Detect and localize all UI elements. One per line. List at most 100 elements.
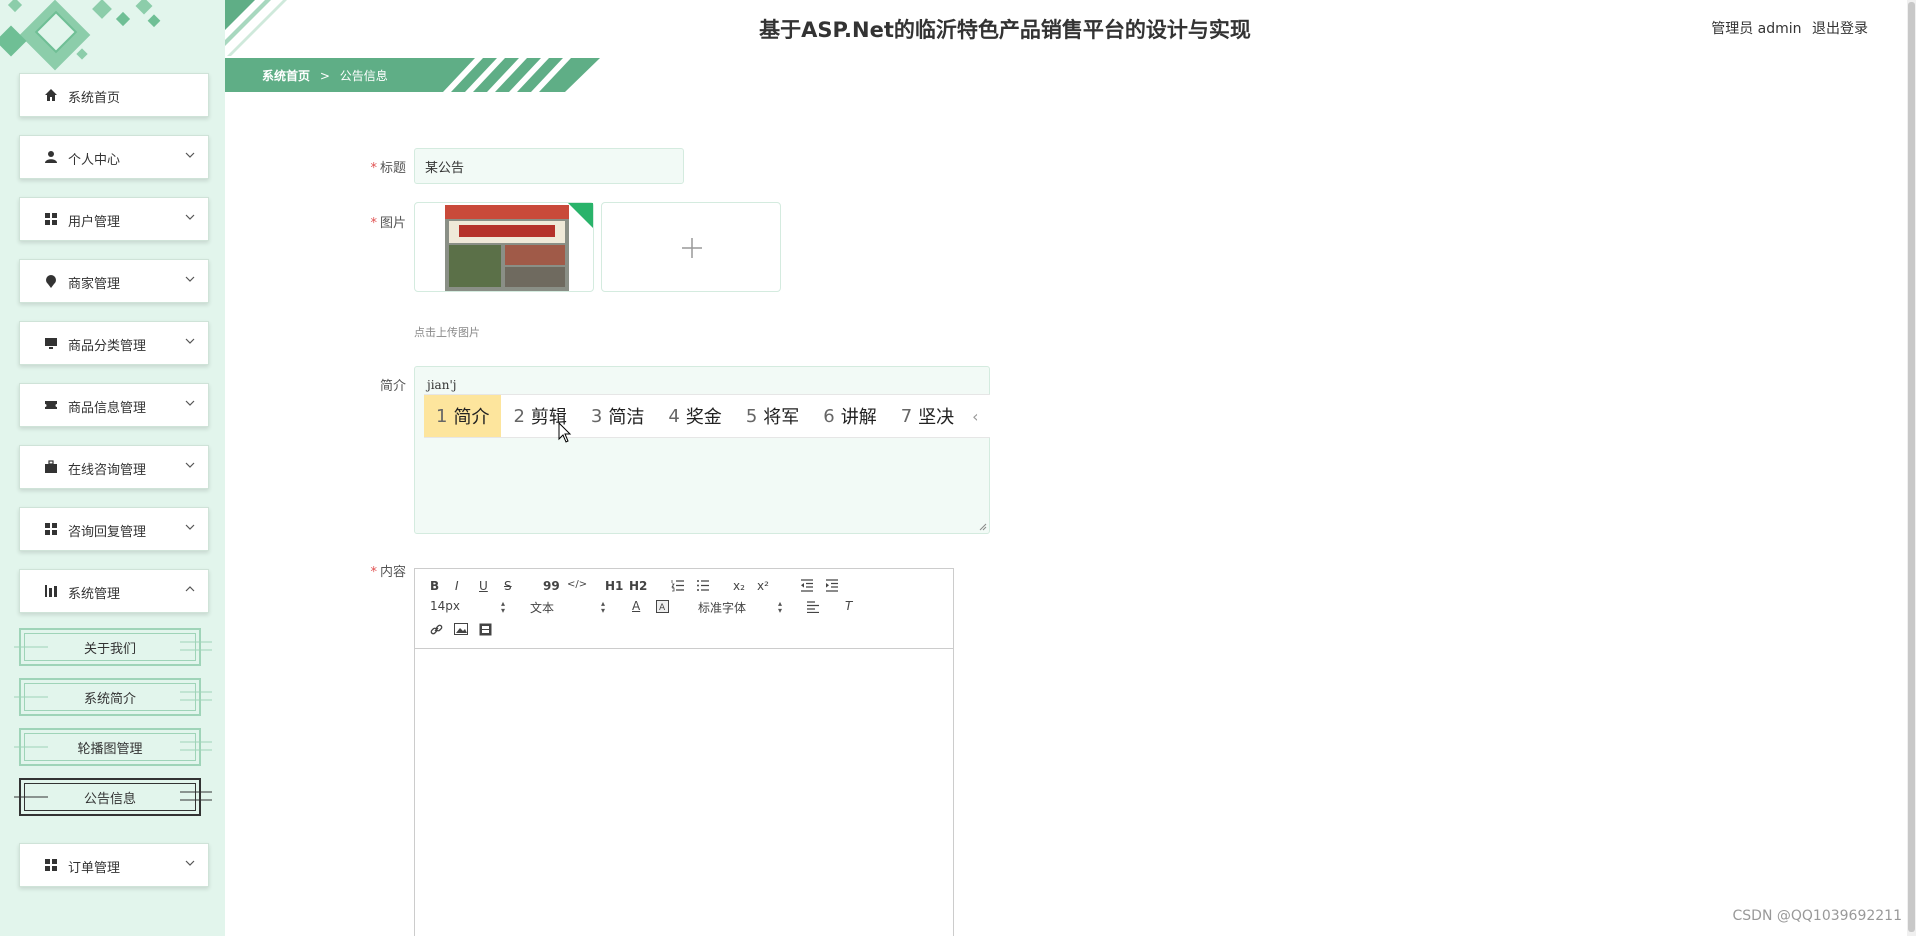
font-family-value: 标准字体 bbox=[698, 601, 747, 615]
sidebar-item-product-management[interactable]: 商品信息管理 bbox=[19, 383, 209, 427]
subscript-button[interactable]: x₂ bbox=[733, 579, 745, 593]
ime-prev-page-arrow[interactable]: ‹ bbox=[966, 407, 978, 426]
ime-candidate[interactable]: 7 坚决 bbox=[889, 395, 966, 437]
chevron-down-icon bbox=[185, 338, 195, 344]
image-label: * 图片 bbox=[336, 212, 406, 231]
sidebar-item-personal-center[interactable]: 个人中心 bbox=[19, 135, 209, 179]
sidebar-item-label: 个人中心 bbox=[68, 153, 121, 168]
user-area: 管理员 admin 退出登录 bbox=[1705, 18, 1868, 38]
subitem-connector-lines bbox=[14, 641, 212, 801]
heading2-button[interactable]: H2 bbox=[629, 579, 647, 593]
breadcrumb-separator: > bbox=[319, 69, 330, 83]
ime-candidate[interactable]: 6 讲解 bbox=[811, 395, 888, 437]
candidate-text: 将军 bbox=[763, 407, 800, 428]
font-size-value: 14px bbox=[430, 599, 460, 613]
candidate-text: 奖金 bbox=[685, 407, 722, 428]
blockquote-button[interactable]: 99 bbox=[543, 579, 560, 593]
font-family-select[interactable]: 标准字体 ▴ ▾ bbox=[698, 599, 782, 616]
title-label: * 标题 bbox=[336, 157, 406, 176]
candidate-number: 4 bbox=[668, 405, 680, 427]
pin-icon bbox=[46, 275, 56, 288]
outdent-icon[interactable] bbox=[800, 579, 814, 592]
intro-label-text: 简介 bbox=[379, 379, 406, 394]
italic-button[interactable]: I bbox=[455, 579, 459, 593]
svg-text:A: A bbox=[659, 603, 666, 613]
candidate-number: 3 bbox=[590, 405, 603, 427]
code-block-button[interactable]: </> bbox=[567, 579, 587, 590]
sidebar-item-category-management[interactable]: 商品分类管理 bbox=[19, 321, 209, 365]
ime-candidate[interactable]: 1 简介 bbox=[424, 395, 502, 437]
title-label-text: 标题 bbox=[379, 161, 406, 176]
scrollbar-thumb[interactable] bbox=[1908, 2, 1915, 932]
rich-text-editor: B I U S 99 </> H1 H2 x₂ x² 14px ▴ ▾ 文本 ▴ ▾… bbox=[414, 568, 954, 936]
superscript-button[interactable]: x² bbox=[757, 579, 769, 593]
image-icon[interactable] bbox=[454, 623, 468, 635]
candidate-text: 坚决 bbox=[918, 407, 955, 428]
breadcrumb-home[interactable]: 系统首页 bbox=[262, 69, 310, 83]
ime-candidate-bar: 1 简介 2 剪辑 3 简洁 4 奖金 5 将军 6 讲解 7 坚决 ‹ bbox=[424, 394, 990, 438]
clear-format-button[interactable]: T bbox=[845, 599, 852, 613]
title-input-value: 某公告 bbox=[425, 160, 465, 176]
font-size-select[interactable]: 14px ▴ ▾ bbox=[430, 599, 505, 615]
user-role: 管理员 admin bbox=[1711, 21, 1802, 37]
sidebar-item-merchant-management[interactable]: 商家管理 bbox=[19, 259, 209, 303]
sidebar-item-home[interactable]: 系统首页 bbox=[19, 73, 209, 117]
user-icon bbox=[45, 151, 57, 163]
ime-candidate[interactable]: 5 将军 bbox=[734, 395, 811, 437]
link-icon[interactable] bbox=[430, 623, 443, 636]
align-icon[interactable] bbox=[806, 601, 820, 613]
home-icon bbox=[45, 89, 57, 101]
strikethrough-button[interactable]: S bbox=[504, 579, 512, 593]
select-arrows-icon: ▴ ▾ bbox=[600, 599, 605, 615]
upload-image-button[interactable] bbox=[601, 202, 781, 292]
chevron-down-icon bbox=[185, 462, 195, 468]
upload-hint: 点击上传图片 bbox=[414, 326, 480, 339]
resize-handle-icon[interactable] bbox=[979, 523, 987, 531]
bold-button[interactable]: B bbox=[430, 579, 439, 593]
font-color-button[interactable]: A bbox=[632, 599, 640, 613]
sidebar-decoration bbox=[0, 0, 225, 80]
page-scrollbar[interactable] bbox=[1907, 0, 1916, 936]
image-label-text: 图片 bbox=[379, 216, 406, 231]
sidebar-item-user-management[interactable]: 用户管理 bbox=[19, 197, 209, 241]
sidebar-item-consult-reply[interactable]: 咨询回复管理 bbox=[19, 507, 209, 551]
underline-button[interactable]: U bbox=[479, 579, 488, 593]
sidebar-item-label: 用户管理 bbox=[68, 215, 121, 230]
sidebar: 系统首页 个人中心 用户管理 商家管理 商品分类管理 商品信息管理 在线咨询管理… bbox=[0, 0, 225, 936]
ime-candidate[interactable]: 3 简洁 bbox=[579, 395, 656, 437]
ime-candidate[interactable]: 4 奖金 bbox=[656, 395, 733, 437]
intro-textarea[interactable]: jian'j bbox=[414, 366, 990, 534]
video-icon[interactable] bbox=[479, 623, 492, 636]
title-input[interactable]: 某公告 bbox=[414, 148, 684, 184]
bullet-list-icon[interactable] bbox=[696, 579, 710, 592]
ordered-list-icon[interactable] bbox=[671, 579, 685, 592]
logout-link[interactable]: 退出登录 bbox=[1812, 21, 1868, 37]
candidate-number: 2 bbox=[513, 405, 525, 427]
candidate-number: 1 bbox=[436, 405, 448, 427]
heading1-button[interactable]: H1 bbox=[605, 579, 623, 593]
required-mark: * bbox=[370, 565, 377, 580]
sidebar-item-label: 在线咨询管理 bbox=[68, 463, 147, 478]
select-arrows-icon: ▴ ▾ bbox=[777, 599, 782, 615]
monitor-icon bbox=[45, 338, 57, 349]
chart-icon bbox=[45, 585, 57, 597]
sidebar-item-label: 订单管理 bbox=[68, 861, 121, 876]
sidebar-item-online-consult[interactable]: 在线咨询管理 bbox=[19, 445, 209, 489]
page-title: 基于ASP.Net的临沂特色产品销售平台的设计与实现 bbox=[759, 18, 1251, 42]
background-color-icon[interactable]: A bbox=[656, 600, 669, 613]
candidate-text: 简介 bbox=[453, 407, 490, 428]
sidebar-item-system-management[interactable]: 系统管理 bbox=[19, 569, 209, 613]
block-type-select[interactable]: 文本 ▴ ▾ bbox=[530, 599, 605, 616]
ticket-icon bbox=[45, 401, 57, 409]
indent-icon[interactable] bbox=[825, 579, 839, 592]
required-mark: * bbox=[370, 216, 377, 231]
sidebar-item-order-management[interactable]: 订单管理 bbox=[19, 843, 209, 887]
chevron-down-icon bbox=[185, 214, 195, 220]
block-type-value: 文本 bbox=[530, 601, 555, 615]
editor-toolbar: B I U S 99 </> H1 H2 x₂ x² 14px ▴ ▾ 文本 ▴ ▾… bbox=[415, 569, 953, 649]
chevron-up-icon bbox=[185, 586, 195, 592]
select-arrows-icon: ▴ ▾ bbox=[500, 599, 505, 615]
chevron-down-icon bbox=[185, 860, 195, 866]
uploaded-image-thumbnail bbox=[445, 205, 569, 291]
breadcrumb: 系统首页 > 公告信息 bbox=[262, 67, 394, 84]
